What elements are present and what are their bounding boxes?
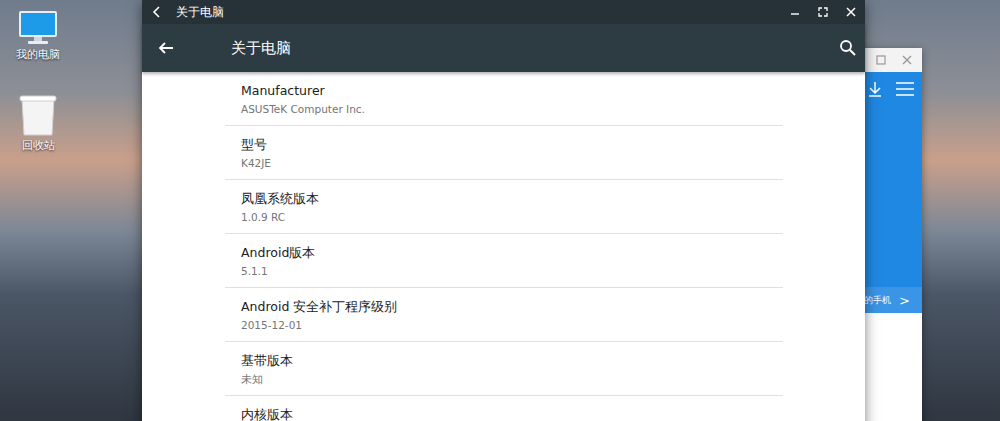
back-arrow-icon[interactable] (158, 40, 174, 56)
maximize-icon[interactable] (875, 54, 887, 66)
phone-banner-text: 的手机 (864, 294, 891, 307)
info-value: ASUSTeK Computer Inc. (241, 102, 767, 117)
search-icon[interactable] (839, 39, 857, 57)
computer-icon[interactable] (18, 10, 58, 46)
desktop-icon-label: 我的电脑 (16, 48, 60, 62)
info-row[interactable]: Android版本 5.1.1 (225, 234, 783, 288)
arrow-icon: > (899, 293, 910, 308)
window-controls (789, 6, 857, 18)
info-value: 2015-12-01 (241, 318, 767, 333)
info-value: 5.1.1 (241, 264, 767, 279)
toolbar-title: 关于电脑 (231, 39, 839, 58)
close-icon[interactable] (901, 54, 913, 66)
about-window: 关于电脑关于电脑ManufacturerASUSTeK Computer Inc… (142, 0, 865, 421)
info-row[interactable]: 凤凰系统版本 1.0.9 RC (225, 180, 783, 234)
desktop-icon[interactable]: 回收站 (8, 95, 68, 153)
desktop-icon-label: 回收站 (22, 139, 55, 153)
maximize-icon[interactable] (817, 6, 829, 18)
info-value: 未知 (241, 372, 767, 387)
info-list: Manufacturer ASUSTeK Computer Inc. 型号 K42JE… (225, 72, 783, 421)
menu-icon[interactable] (894, 80, 916, 98)
minimize-icon[interactable] (789, 6, 801, 18)
content: Manufacturer ASUSTeK Computer Inc. 型号 K42JE… (142, 72, 865, 421)
info-label: 内核版本 (241, 406, 767, 421)
info-label: 基带版本 (241, 352, 767, 370)
window-title: 关于电脑 (176, 4, 777, 21)
info-label: Manufacturer (241, 82, 767, 100)
close-icon[interactable] (845, 6, 857, 18)
info-row[interactable]: 型号 K42JE (225, 126, 783, 180)
info-value: 1.0.9 RC (241, 210, 767, 225)
info-label: Android版本 (241, 244, 767, 262)
info-label: 型号 (241, 136, 767, 154)
info-row[interactable]: 基带版本未知 (225, 342, 783, 396)
info-value: K42JE (241, 156, 767, 171)
info-label: 凤凰系统版本 (241, 190, 767, 208)
toolbar: 关于电脑 (142, 24, 865, 72)
trash-icon[interactable] (18, 95, 58, 137)
download-icon[interactable] (866, 80, 884, 98)
info-row[interactable]: Manufacturer ASUSTeK Computer Inc. (225, 72, 783, 126)
window-titlebar: 关于电脑 (142, 0, 865, 24)
back-icon[interactable] (150, 5, 164, 19)
info-row[interactable]: 内核版本 (225, 396, 783, 421)
desktop-icon[interactable]: 我的电脑 (8, 10, 68, 62)
info-row[interactable]: Android 安全补丁程序级别 2015-12-01 (225, 288, 783, 342)
info-label: Android 安全补丁程序级别 (241, 298, 767, 316)
